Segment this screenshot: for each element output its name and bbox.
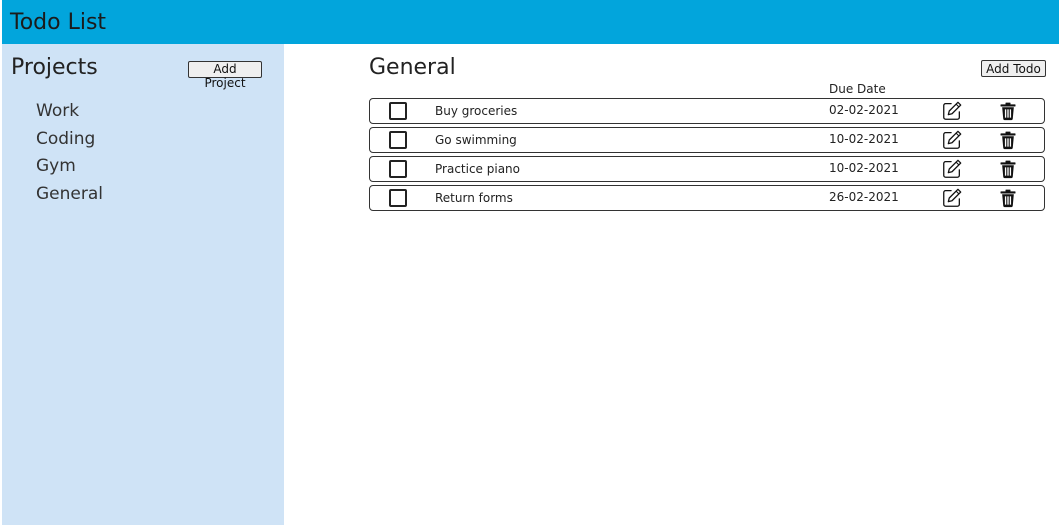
todo-row: Buy groceries 02-02-2021	[369, 98, 1045, 124]
todo-name: Practice piano	[435, 162, 520, 176]
todo-due-date: 02-02-2021	[829, 103, 899, 117]
todo-checkbox[interactable]	[389, 189, 407, 207]
trash-icon[interactable]	[998, 188, 1018, 208]
todo-due-date: 10-02-2021	[829, 132, 899, 146]
trash-icon[interactable]	[998, 130, 1018, 150]
todo-name: Buy groceries	[435, 104, 518, 118]
project-item-gym[interactable]: Gym	[36, 153, 103, 181]
projects-sidebar: Projects Add Project Work Coding Gym Gen…	[2, 44, 284, 525]
project-list: Work Coding Gym General	[36, 98, 103, 208]
trash-icon[interactable]	[998, 101, 1018, 121]
todo-due-date: 10-02-2021	[829, 161, 899, 175]
todo-row: Practice piano 10-02-2021	[369, 156, 1045, 182]
project-item-coding[interactable]: Coding	[36, 126, 103, 154]
trash-icon[interactable]	[998, 159, 1018, 179]
edit-icon[interactable]	[941, 187, 963, 209]
project-item-general[interactable]: General	[36, 181, 103, 209]
todo-name: Return forms	[435, 191, 513, 205]
main-panel: General Add Todo Due Date Buy groceries …	[284, 44, 1059, 525]
edit-icon[interactable]	[941, 100, 963, 122]
todo-row: Go swimming 10-02-2021	[369, 127, 1045, 153]
todo-app: Todo List Projects Add Project Work Codi…	[2, 0, 1059, 525]
due-date-header: Due Date	[829, 82, 886, 96]
app-header: Todo List	[2, 0, 1059, 44]
todo-due-date: 26-02-2021	[829, 190, 899, 204]
add-todo-button[interactable]: Add Todo	[981, 60, 1046, 77]
todo-checkbox[interactable]	[389, 131, 407, 149]
todo-row: Return forms 26-02-2021	[369, 185, 1045, 211]
edit-icon[interactable]	[941, 158, 963, 180]
todo-checkbox[interactable]	[389, 160, 407, 178]
app-title: Todo List	[10, 10, 107, 35]
project-title: General	[369, 55, 456, 80]
todo-name: Go swimming	[435, 133, 517, 147]
todo-checkbox[interactable]	[389, 102, 407, 120]
edit-icon[interactable]	[941, 129, 963, 151]
project-item-work[interactable]: Work	[36, 98, 103, 126]
add-project-button[interactable]: Add Project	[188, 61, 262, 90]
projects-title: Projects	[11, 55, 98, 80]
